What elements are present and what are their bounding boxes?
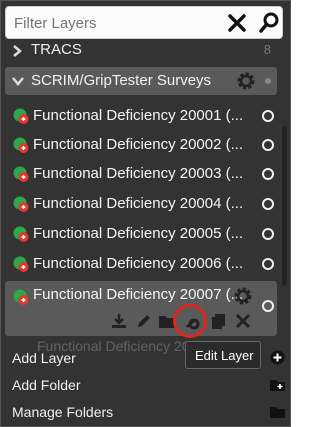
chevron-right-icon[interactable]	[11, 44, 23, 58]
layer-visibility-radio[interactable]	[262, 110, 274, 122]
layer-visibility-radio[interactable]	[262, 300, 274, 312]
download-icon[interactable]	[110, 312, 128, 330]
manage-folders-button[interactable]: Manage Folders	[1, 399, 292, 425]
add-layer-button[interactable]: Add Layer	[1, 345, 292, 371]
layer-visibility-radio[interactable]	[262, 228, 274, 240]
layer-name: Functional Deficiency 20005 (...	[33, 225, 244, 242]
group-visibility-dot[interactable]	[265, 78, 271, 84]
layer-name: Functional Deficiency 20007 (...	[33, 286, 244, 303]
group-label: TRACS	[31, 41, 82, 58]
layer-item[interactable]: Functional Deficiency 20001 (...	[5, 101, 277, 131]
layer-type-icon	[13, 137, 29, 153]
highlight-annotation	[173, 304, 207, 338]
layer-name: Functional Deficiency 20001 (...	[33, 107, 244, 124]
layer-name: Functional Deficiency 20004 (...	[33, 195, 244, 212]
delete-icon[interactable]	[234, 312, 252, 330]
menu-label: Manage Folders	[12, 404, 114, 420]
layer-item-selected[interactable]: Functional Deficiency 20007 (...	[5, 281, 277, 336]
search-icon[interactable]	[258, 11, 280, 35]
layer-name: Functional Deficiency 20003 (...	[33, 165, 244, 182]
layer-type-icon	[13, 108, 29, 124]
layer-type-icon	[13, 256, 29, 272]
group-tracs[interactable]: TRACS 8	[5, 41, 275, 61]
layer-visibility-radio[interactable]	[262, 258, 274, 270]
layer-type-icon	[13, 166, 29, 182]
gear-icon[interactable]	[236, 71, 256, 91]
layer-type-icon	[13, 196, 29, 212]
add-folder-button[interactable]: Add Folder	[1, 372, 292, 398]
layer-visibility-radio[interactable]	[262, 198, 274, 210]
plus-circle-icon	[270, 350, 285, 365]
clear-icon[interactable]	[226, 11, 248, 35]
layer-type-icon	[13, 289, 29, 305]
layer-item[interactable]: Functional Deficiency 20003 (...	[5, 159, 277, 189]
scrollbar-thumb[interactable]	[282, 126, 287, 286]
group-count: 8	[263, 42, 271, 57]
group-label: SCRIM/GripTester Surveys	[31, 72, 212, 89]
gear-icon[interactable]	[233, 286, 253, 306]
layer-item[interactable]: Functional Deficiency 20005 (...	[5, 219, 277, 249]
layer-item[interactable]: Functional Deficiency 20006 (...	[5, 249, 277, 279]
menu-label: Add Folder	[12, 377, 81, 393]
layers-panel: TRACS 8 SCRIM/GripTester Surveys Functio…	[0, 0, 291, 427]
copy-icon[interactable]	[210, 312, 228, 330]
pencil-icon[interactable]	[135, 312, 153, 330]
layer-type-icon	[13, 226, 29, 242]
group-scrim[interactable]: SCRIM/GripTester Surveys	[5, 67, 277, 95]
folder-add-icon	[270, 380, 285, 391]
chevron-down-icon[interactable]	[11, 75, 25, 87]
menu-label: Add Layer	[12, 350, 76, 366]
search-bar	[5, 6, 283, 39]
layer-name: Functional Deficiency 20002 (...	[33, 136, 244, 153]
folder-icon	[270, 407, 285, 418]
layer-name: Functional Deficiency 20006 (...	[33, 255, 244, 272]
layer-visibility-radio[interactable]	[262, 168, 274, 180]
layer-item[interactable]: Functional Deficiency 20002 (...	[5, 130, 277, 160]
layer-item[interactable]: Functional Deficiency 20004 (...	[5, 189, 277, 219]
layer-visibility-radio[interactable]	[262, 139, 274, 151]
filter-layers-input[interactable]	[14, 13, 214, 33]
